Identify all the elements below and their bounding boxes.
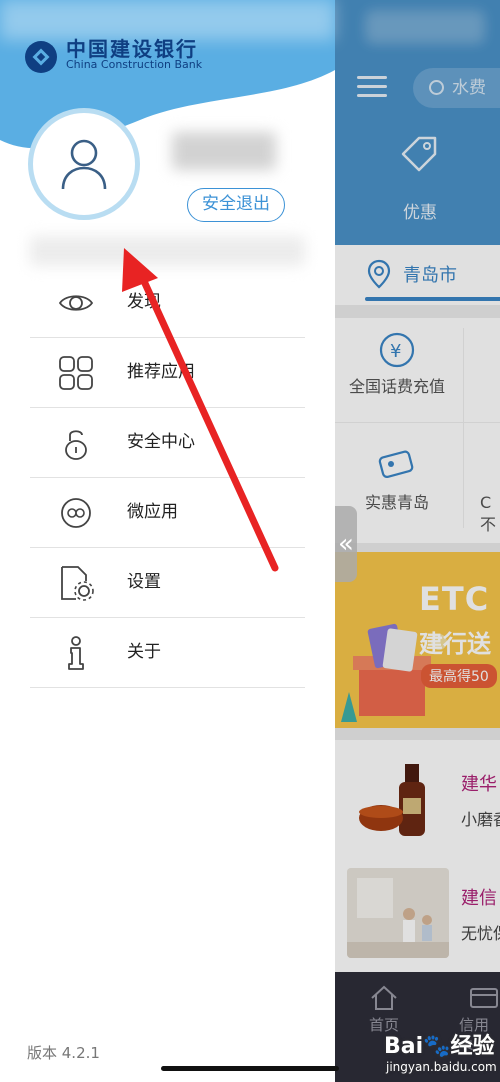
menu-item-security-center[interactable]: 安全中心 — [30, 408, 305, 478]
menu-item-discover[interactable]: 发现 — [30, 268, 305, 338]
watermark-logo: Bai🐾经验 — [384, 1034, 495, 1059]
bank-name-en: China Construction Bank — [66, 58, 203, 71]
version-label: 版本 4.2.1 — [27, 1044, 100, 1062]
account-info-redacted — [30, 236, 305, 266]
bank-name-cn: 中国建设银行 — [66, 37, 198, 61]
ccb-logo-icon — [25, 41, 57, 73]
settings-icon — [61, 566, 94, 601]
info-icon — [68, 636, 84, 670]
menu-item-settings[interactable]: 设置 — [30, 548, 305, 618]
avatar[interactable] — [28, 108, 140, 220]
mini-app-icon — [61, 498, 91, 528]
logout-button[interactable]: 安全退出 — [187, 188, 285, 222]
menu-item-label: 设置 — [127, 572, 161, 592]
menu-item-recommended-apps[interactable]: 推荐应用 — [30, 338, 305, 408]
eye-icon — [58, 295, 94, 311]
home-indicator[interactable] — [161, 1066, 339, 1071]
menu-item-label: 微应用 — [127, 502, 178, 522]
side-drawer: 中国建设银行 China Construction Bank 安全退出 发现 推… — [0, 0, 335, 1082]
baidu-jingyan-watermark: Bai🐾经验 jingyan.baidu.com — [382, 1028, 500, 1082]
menu-item-label: 关于 — [127, 642, 161, 662]
menu-item-about[interactable]: 关于 — [30, 618, 305, 688]
username-redacted — [172, 132, 276, 170]
status-bar-blur — [0, 0, 335, 40]
lock-icon — [65, 430, 87, 460]
dim-overlay[interactable] — [335, 0, 500, 1082]
menu-item-label: 安全中心 — [127, 432, 195, 452]
background-app: 水费 优惠 青岛市 ¥ 全国话费充值 实惠青岛 C 不 ETC 建行送 最高得5… — [335, 0, 500, 1082]
menu-item-label: 推荐应用 — [127, 362, 195, 382]
watermark-url: jingyan.baidu.com — [386, 1060, 497, 1074]
app-grid-icon — [59, 356, 93, 390]
menu-item-mini-apps[interactable]: 微应用 — [30, 478, 305, 548]
menu-item-label: 发现 — [127, 292, 161, 312]
collapse-drawer-button[interactable]: « — [335, 506, 357, 582]
user-icon — [61, 139, 107, 190]
